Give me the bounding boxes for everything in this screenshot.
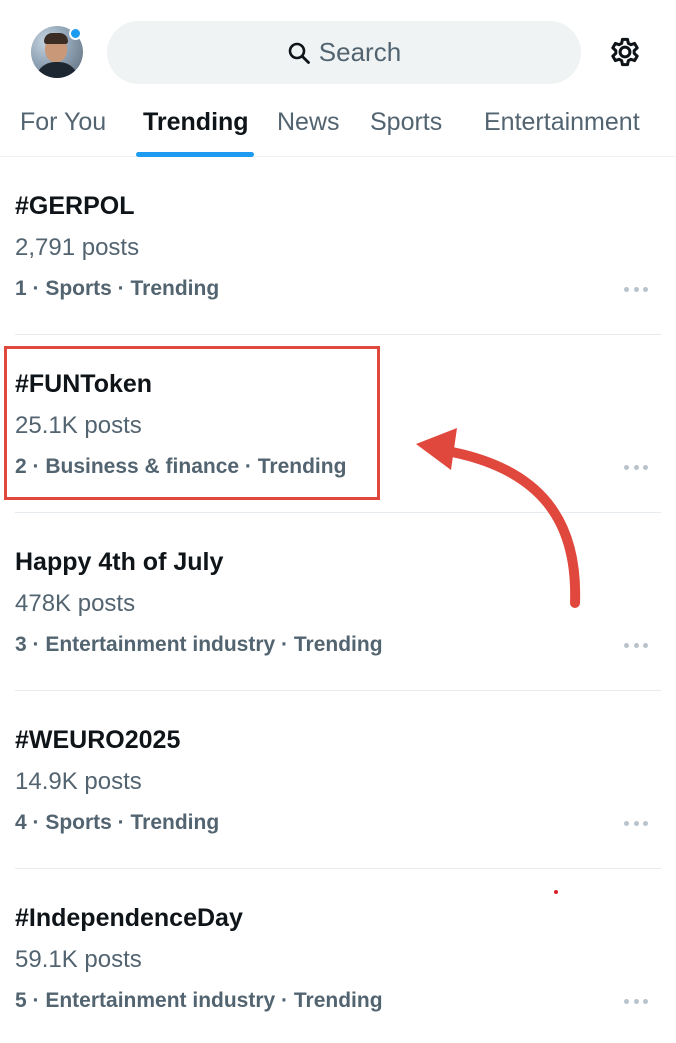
top-bar: Search — [0, 0, 676, 104]
more-options-icon[interactable] — [624, 641, 648, 649]
tab-bar: For You Trending News Sports Entertainme… — [0, 104, 676, 157]
more-options-icon[interactable] — [624, 285, 648, 293]
trend-meta: 4 · Sports · Trending — [15, 811, 220, 834]
trend-post-count: 2,791 posts — [15, 234, 140, 261]
trend-title: #IndependenceDay — [15, 904, 243, 932]
red-dot — [554, 890, 558, 894]
trend-meta: 3 · Entertainment industry · Trending — [15, 633, 383, 656]
tab-entertainment[interactable]: Entertainment — [484, 108, 640, 137]
tab-news[interactable]: News — [277, 108, 340, 137]
search-bar[interactable]: Search — [107, 21, 581, 84]
more-options-icon[interactable] — [624, 819, 648, 827]
trend-post-count: 478K posts — [15, 590, 136, 617]
more-options-icon[interactable] — [624, 463, 648, 471]
search-icon — [287, 41, 311, 65]
search-placeholder: Search — [318, 37, 402, 67]
trend-post-count: 59.1K posts — [15, 946, 142, 973]
highlight-box — [4, 346, 380, 500]
settings-gear-icon[interactable] — [606, 33, 644, 71]
tab-for-you[interactable]: For You — [20, 108, 106, 137]
notification-dot — [69, 27, 82, 40]
trend-list: #GERPOL 2,791 posts 1 · Sports · Trendin… — [0, 157, 676, 1043]
trend-item[interactable]: #GERPOL 2,791 posts 1 · Sports · Trendin… — [0, 157, 676, 335]
more-options-icon[interactable] — [624, 997, 648, 1005]
trend-item[interactable]: #IndependenceDay 59.1K posts 5 · Enterta… — [0, 869, 676, 1043]
tab-trending[interactable]: Trending — [143, 108, 249, 137]
trend-meta: 1 · Sports · Trending — [15, 277, 220, 300]
trend-item[interactable]: #WEURO2025 14.9K posts 4 · Sports · Tren… — [0, 691, 676, 869]
trend-meta: 5 · Entertainment industry · Trending — [15, 989, 383, 1012]
trend-item[interactable]: Happy 4th of July 478K posts 3 · Enterta… — [0, 513, 676, 691]
trend-title: Happy 4th of July — [15, 548, 224, 576]
trend-post-count: 14.9K posts — [15, 768, 142, 795]
tab-sports[interactable]: Sports — [370, 108, 442, 137]
trend-title: #GERPOL — [15, 192, 135, 220]
trend-title: #WEURO2025 — [15, 726, 181, 754]
trending-page: Search For You Trending News Sports Ente… — [0, 0, 676, 1043]
